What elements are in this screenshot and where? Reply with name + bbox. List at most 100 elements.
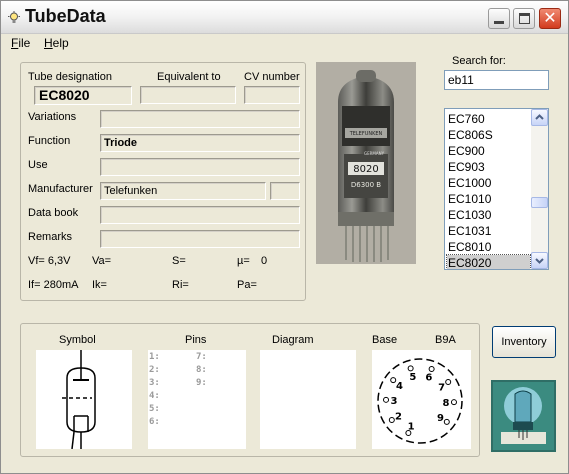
base-value: B9A <box>435 334 456 346</box>
maximize-icon <box>519 13 530 24</box>
triode-symbol <box>62 350 96 450</box>
tube-list-item[interactable]: EC1030 <box>447 207 530 223</box>
tube-photo: TELEFUNKEN GERMANY 8020 D6300 B <box>316 62 416 264</box>
menu-help-accel: H <box>44 36 53 50</box>
function-label: Function <box>28 135 71 147</box>
variations-field[interactable] <box>100 110 300 128</box>
app-bulb-icon <box>8 11 20 23</box>
menu-help[interactable]: Help <box>44 36 69 50</box>
base-pin-marker <box>450 399 457 406</box>
base-pin-label: 1 <box>408 421 415 432</box>
pin-row: 2: <box>149 365 160 375</box>
tube-list-item[interactable]: EC900 <box>447 143 530 159</box>
function-field[interactable]: Triode <box>100 134 300 152</box>
mu-label: µ= <box>237 255 250 267</box>
menu-file-rest: ile <box>18 36 31 50</box>
base-pin-marker <box>383 396 390 403</box>
remarks-label: Remarks <box>28 231 73 243</box>
tubedata-window: TubeData ✕ File Help Tube designation Eq… <box>0 0 569 474</box>
chevron-down-icon <box>535 258 544 264</box>
mu-value: 0 <box>261 255 268 267</box>
photo-country-text: GERMANY <box>364 151 385 156</box>
tube-designation-label: Tube designation <box>28 71 112 83</box>
pin-row: 6: <box>149 417 160 427</box>
cv-number-label: CV number <box>244 71 300 83</box>
pins-label: Pins <box>185 334 207 346</box>
photo-type-text: 8020 <box>353 164 378 175</box>
minimize-button[interactable] <box>488 8 510 29</box>
base-panel: 12 3 4567 8 9 <box>372 350 471 449</box>
symbol-label: Symbol <box>59 334 96 346</box>
manufacturer-code-field[interactable] <box>270 182 300 200</box>
pin-row: 9: <box>196 378 207 388</box>
close-button[interactable]: ✕ <box>539 8 561 29</box>
tube-logo-image <box>491 380 556 452</box>
equivalent-field[interactable] <box>140 86 236 104</box>
scroll-thumb[interactable] <box>531 197 548 208</box>
base-pin-marker <box>407 365 414 372</box>
use-label: Use <box>28 159 48 171</box>
base-pin-marker <box>445 378 452 385</box>
pin-row: 8: <box>196 365 207 375</box>
pa-value: Pa= <box>237 279 257 291</box>
base-pin-marker <box>443 418 450 425</box>
search-input[interactable] <box>444 70 549 90</box>
pin-row: 4: <box>149 391 160 401</box>
equivalent-label: Equivalent to <box>157 71 221 83</box>
tube-designation-field[interactable]: EC8020 <box>34 86 132 105</box>
search-label: Search for: <box>452 55 506 67</box>
base-pin-label: 7 <box>438 382 445 393</box>
pins-panel: 1: 2: 3: 4: 5: 6: 7: 8: 9: <box>148 350 246 449</box>
tube-list-item[interactable]: EC1031 <box>447 223 530 239</box>
tube-list-item[interactable]: EC8020 <box>446 254 531 269</box>
chevron-up-icon <box>535 114 544 120</box>
inventory-button[interactable]: Inventory <box>492 326 556 358</box>
close-icon: ✕ <box>543 8 557 27</box>
ri-value: Ri= <box>172 279 189 291</box>
tube-list-item[interactable]: EC1000 <box>447 175 530 191</box>
diagram-panel <box>260 350 356 449</box>
databook-label: Data book <box>28 207 79 219</box>
cv-number-field[interactable] <box>244 86 300 104</box>
base-pin-label: 9 <box>437 413 444 424</box>
manufacturer-field[interactable]: Telefunken <box>100 182 266 200</box>
tube-listbox[interactable]: EC760 EC806S EC900 EC903 EC1000 EC1010 EC1030 E… <box>444 108 549 270</box>
s-value: S= <box>172 255 186 267</box>
scroll-down-button[interactable] <box>531 252 548 269</box>
pin-row: 3: <box>149 378 160 388</box>
pin-row: 1: <box>149 352 160 362</box>
diagram-label: Diagram <box>272 334 314 346</box>
va-value: Va= <box>92 255 112 267</box>
base-pin-label: 6 <box>425 373 432 384</box>
manufacturer-label: Manufacturer <box>28 183 93 195</box>
base-label: Base <box>372 334 398 346</box>
menu-file[interactable]: File <box>11 36 30 50</box>
base-pin-marker <box>388 417 395 424</box>
window-title: TubeData <box>25 6 106 26</box>
scroll-up-button[interactable] <box>531 109 548 126</box>
tube-list-item[interactable]: EC8010 <box>447 239 530 255</box>
base-pin-marker <box>428 366 435 373</box>
list-scrollbar[interactable] <box>531 109 548 269</box>
base-pin-marker <box>390 377 397 384</box>
symbol-panel <box>36 350 132 450</box>
vf-value: Vf= 6,3V <box>28 255 71 267</box>
menu-help-rest: elp <box>52 36 69 50</box>
ik-value: Ik= <box>92 279 107 291</box>
maximize-button[interactable] <box>513 8 535 29</box>
tube-list-item[interactable]: EC903 <box>447 159 530 175</box>
base-pin-label: 8 <box>442 398 449 409</box>
tube-list-item[interactable]: EC760 <box>447 111 530 127</box>
tube-list-item[interactable]: EC806S <box>447 127 530 143</box>
variations-label: Variations <box>28 111 77 123</box>
base-pin-label: 3 <box>391 396 398 407</box>
tube-list-item[interactable]: EC1010 <box>447 191 530 207</box>
base-pin-label: 5 <box>409 372 416 383</box>
databook-field[interactable] <box>100 206 300 224</box>
remarks-field[interactable] <box>100 230 300 248</box>
minimize-icon <box>494 21 504 24</box>
menu-bar: File Help <box>1 34 568 54</box>
title-bar[interactable]: TubeData ✕ <box>1 1 568 34</box>
use-field[interactable] <box>100 158 300 176</box>
base-pinout-diagram: 12 3 45 67 8 9 <box>377 358 463 444</box>
